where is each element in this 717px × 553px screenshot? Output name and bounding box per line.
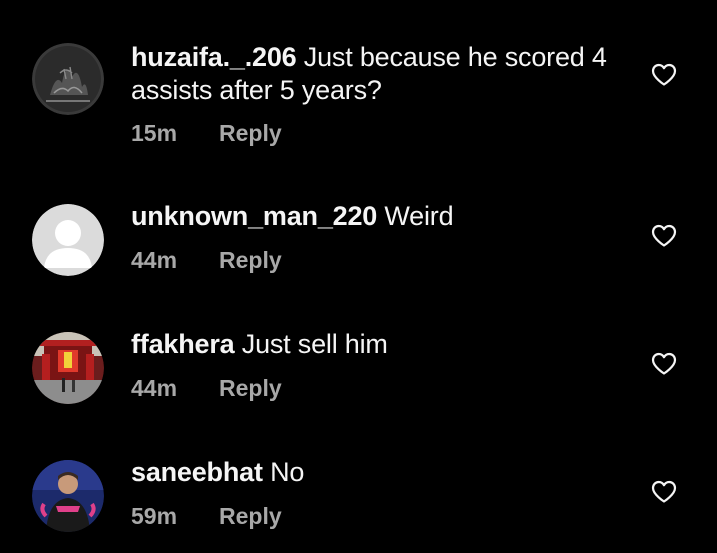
avatar[interactable] (32, 460, 104, 532)
avatar[interactable] (32, 204, 104, 276)
comment-text: No (270, 457, 305, 487)
comment-username[interactable]: saneebhat (131, 457, 263, 487)
comment-time: 59m (131, 503, 178, 529)
comment-body: saneebhat No (131, 456, 631, 489)
comment-username[interactable]: ffakhera (131, 329, 235, 359)
comment-body: ffakhera Just sell him (131, 328, 631, 361)
reply-button[interactable]: Reply (219, 247, 282, 274)
comment-username[interactable]: huzaifa._.206 (131, 42, 297, 72)
heart-outline-icon[interactable] (651, 224, 677, 248)
comment-username[interactable]: unknown_man_220 (131, 201, 377, 231)
heart-outline-icon[interactable] (651, 352, 677, 376)
avatar[interactable] (32, 332, 104, 404)
reply-button[interactable]: Reply (219, 120, 282, 147)
heart-outline-icon[interactable] (651, 480, 677, 504)
comment-meta: 15m Reply (131, 120, 282, 147)
comment-meta: 44m Reply (131, 375, 282, 402)
comment-time: 44m (131, 375, 178, 401)
default-person-avatar-icon (32, 204, 104, 276)
comment-text: Weird (384, 201, 454, 231)
reply-button[interactable]: Reply (219, 503, 282, 530)
comment-body: unknown_man_220 Weird (131, 200, 631, 233)
comment-body: huzaifa._.206 Just because he scored 4 a… (131, 41, 631, 107)
comment-time: 44m (131, 247, 178, 273)
avatar[interactable] (32, 43, 104, 115)
comment-text: Just sell him (241, 329, 388, 359)
heart-outline-icon[interactable] (651, 63, 677, 87)
comment-time: 15m (131, 120, 178, 146)
reply-button[interactable]: Reply (219, 375, 282, 402)
comment-meta: 44m Reply (131, 247, 282, 274)
comment-meta: 59m Reply (131, 503, 282, 530)
dark-sketch-avatar-icon (32, 43, 104, 115)
goalkeeper-photo-avatar-icon (32, 460, 104, 532)
temple-gate-photo-avatar-icon (32, 332, 104, 404)
